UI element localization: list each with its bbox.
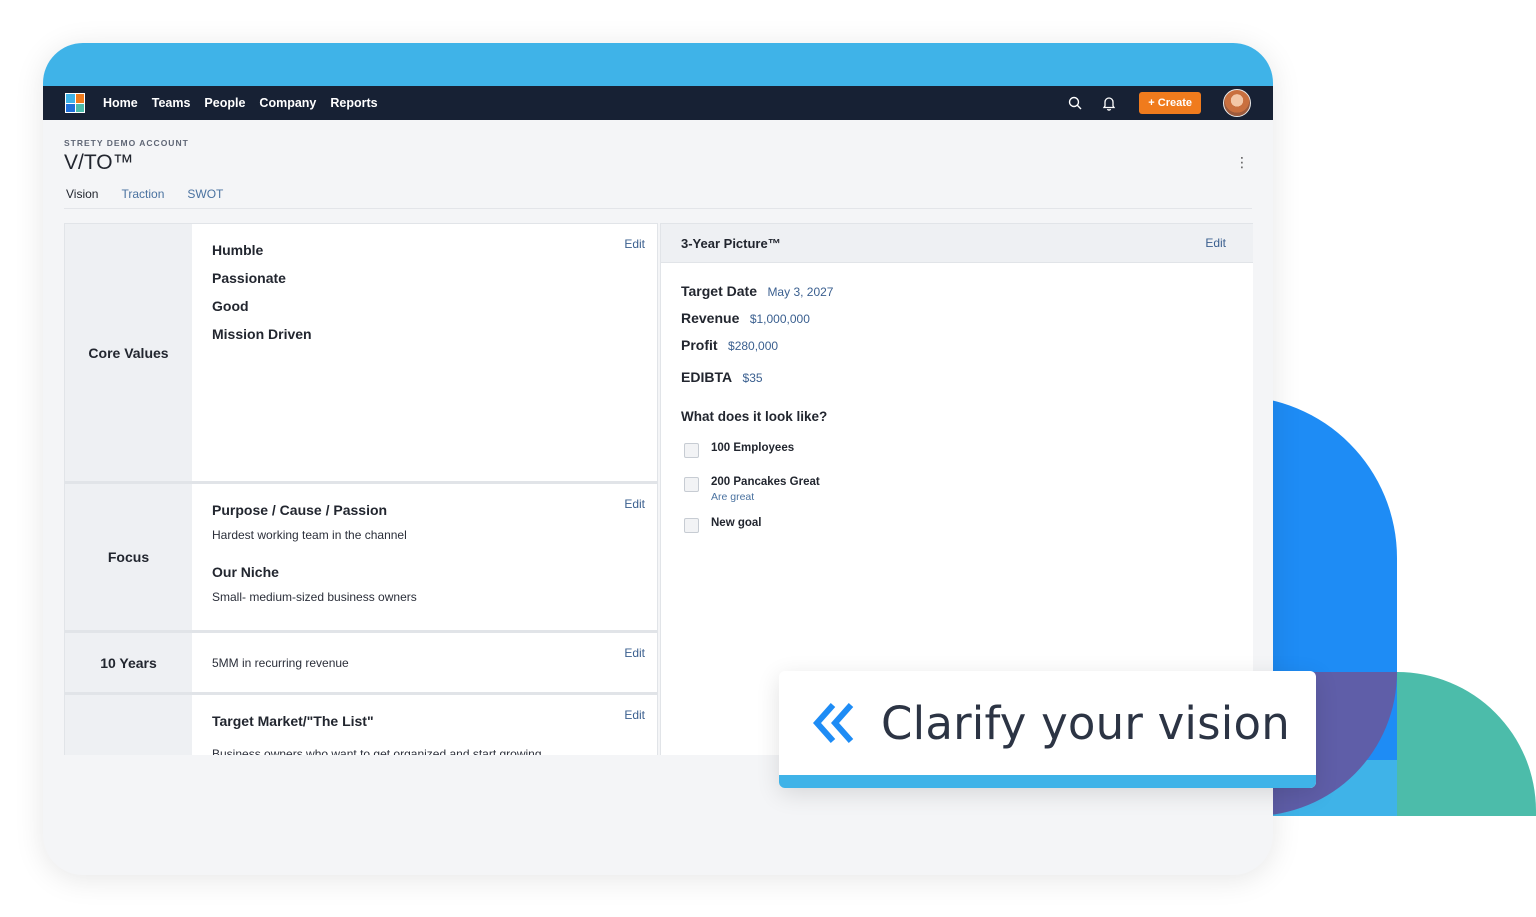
nav-reports[interactable]: Reports bbox=[330, 96, 377, 110]
tab-vision[interactable]: Vision bbox=[66, 187, 98, 201]
purpose-title: Purpose / Cause / Passion bbox=[212, 502, 388, 518]
core-value-item: Mission Driven bbox=[212, 326, 312, 342]
purpose-text: Hardest working team in the channel bbox=[212, 528, 407, 542]
focus-body: Edit Purpose / Cause / Passion Hardest w… bbox=[192, 484, 657, 630]
edibta-row: EDIBTA $35 bbox=[681, 369, 1234, 387]
decor-teal-shape bbox=[1397, 672, 1536, 816]
focus-edit-link[interactable]: Edit bbox=[624, 497, 645, 511]
window-top-bar bbox=[43, 43, 1273, 86]
app-logo-icon[interactable] bbox=[65, 93, 85, 113]
revenue-value: $1,000,000 bbox=[749, 312, 810, 326]
ten-years-text: 5MM in recurring revenue bbox=[212, 655, 349, 670]
goal-label: 200 Pancakes Great bbox=[711, 476, 820, 488]
profit-row: Profit $280,000 bbox=[681, 337, 1234, 355]
revenue-row: Revenue $1,000,000 bbox=[681, 310, 1234, 328]
target-date-label: Target Date bbox=[681, 283, 757, 299]
three-year-title: 3-Year Picture™ bbox=[681, 235, 781, 251]
core-value-item: Good bbox=[212, 298, 249, 314]
goal-note: Are great bbox=[711, 491, 755, 503]
tab-traction[interactable]: Traction bbox=[121, 187, 164, 201]
core-values-section: Core Values Edit Humble Passionate Good … bbox=[64, 223, 658, 482]
target-market-title: Target Market/"The List" bbox=[212, 713, 374, 729]
niche-text: Small- medium-sized business owners bbox=[212, 590, 417, 604]
core-value-item: Humble bbox=[212, 242, 264, 258]
ten-years-section: 10 Years Edit 5MM in recurring revenue bbox=[64, 631, 658, 693]
focus-label: Focus bbox=[65, 484, 192, 630]
core-values-label: Core Values bbox=[65, 224, 192, 481]
target-market-text: Business owners who want to get organize… bbox=[212, 747, 542, 755]
core-values-body: Edit Humble Passionate Good Mission Driv… bbox=[192, 224, 657, 481]
bell-icon[interactable] bbox=[1101, 95, 1117, 111]
focus-section: Focus Edit Purpose / Cause / Passion Har… bbox=[64, 482, 658, 631]
page-title: V/TO™ bbox=[64, 151, 134, 174]
goal-item: 200 Pancakes Great Are great bbox=[681, 476, 1234, 503]
nav-home[interactable]: Home bbox=[103, 96, 138, 110]
look-like-title: What does it look like? bbox=[681, 409, 828, 424]
goal-checkbox[interactable] bbox=[684, 477, 699, 492]
user-avatar[interactable] bbox=[1223, 89, 1251, 117]
goal-checkbox[interactable] bbox=[684, 518, 699, 533]
tab-swot[interactable]: SWOT bbox=[187, 187, 223, 201]
edibta-label: EDIBTA bbox=[681, 369, 733, 385]
core-value-item: Passionate bbox=[212, 270, 286, 286]
marketing-edit-link[interactable]: Edit bbox=[624, 708, 645, 722]
top-nav: Home Teams People Company Reports + Crea… bbox=[43, 86, 1273, 120]
three-year-header: 3-Year Picture™ Edit bbox=[661, 224, 1253, 263]
marketing-section: Edit Target Market/"The List" Business o… bbox=[64, 693, 658, 755]
goal-item: 100 Employees bbox=[681, 442, 1234, 458]
ten-years-edit-link[interactable]: Edit bbox=[624, 646, 645, 660]
target-date-value: May 3, 2027 bbox=[767, 285, 834, 299]
nav-company[interactable]: Company bbox=[259, 96, 316, 110]
profit-label: Profit bbox=[681, 337, 718, 353]
three-year-edit-link[interactable]: Edit bbox=[1205, 236, 1226, 250]
goal-label: 100 Employees bbox=[711, 442, 795, 454]
callout-text: Clarify your vision bbox=[881, 697, 1290, 750]
profit-value: $280,000 bbox=[728, 339, 779, 353]
ten-years-label: 10 Years bbox=[65, 633, 192, 692]
edibta-value: $35 bbox=[742, 371, 763, 385]
nav-teams[interactable]: Teams bbox=[152, 96, 191, 110]
more-options-icon[interactable]: ⋮ bbox=[1235, 154, 1249, 171]
revenue-label: Revenue bbox=[681, 310, 740, 326]
marketing-body: Edit Target Market/"The List" Business o… bbox=[192, 695, 657, 755]
marketing-label bbox=[65, 695, 192, 755]
three-year-body: Target Date May 3, 2027 Revenue $1,000,0… bbox=[661, 263, 1253, 567]
search-icon[interactable] bbox=[1067, 95, 1083, 111]
account-name: STRETY DEMO ACCOUNT bbox=[64, 138, 189, 148]
clarify-vision-callout: Clarify your vision bbox=[779, 671, 1316, 788]
vto-left-column: Core Values Edit Humble Passionate Good … bbox=[64, 223, 658, 755]
niche-title: Our Niche bbox=[212, 564, 279, 580]
goal-checkbox[interactable] bbox=[684, 443, 699, 458]
nav-people[interactable]: People bbox=[204, 96, 245, 110]
goal-label: New goal bbox=[711, 517, 762, 529]
callout-accent-bar bbox=[779, 775, 1316, 788]
create-button[interactable]: + Create bbox=[1139, 92, 1201, 114]
double-chevron-left-icon bbox=[813, 703, 854, 743]
target-date-row: Target Date May 3, 2027 bbox=[681, 283, 1234, 301]
tab-bar: Vision Traction SWOT bbox=[64, 187, 1252, 209]
page-header: STRETY DEMO ACCOUNT V/TO™ ⋮ Vision Tract… bbox=[43, 120, 1273, 209]
goal-item: New goal bbox=[681, 517, 1234, 533]
ten-years-body: Edit 5MM in recurring revenue bbox=[192, 633, 657, 692]
core-values-edit-link[interactable]: Edit bbox=[624, 237, 645, 251]
